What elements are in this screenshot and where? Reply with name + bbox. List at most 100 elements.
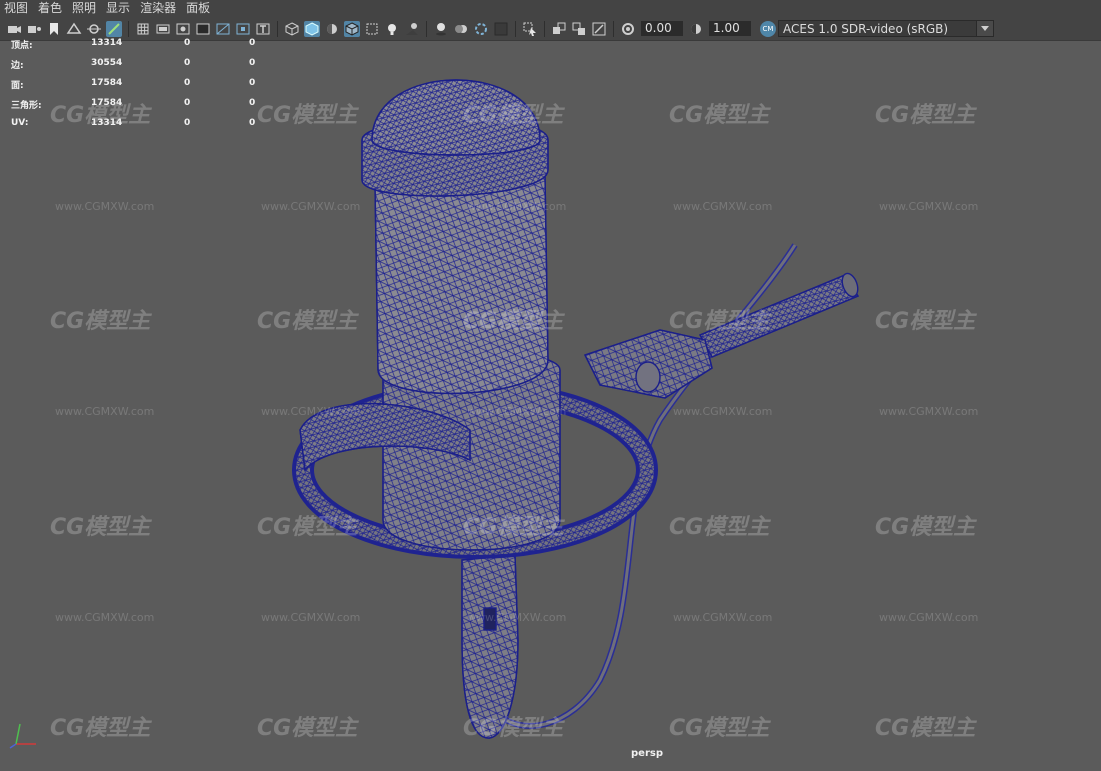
use-all-lights-icon[interactable]	[384, 21, 400, 37]
grid-icon[interactable]	[135, 21, 151, 37]
watermark-url: www.CGMXW.com	[55, 200, 155, 213]
menu-panels[interactable]: 面板	[182, 0, 216, 17]
watermark-logo: CG模型主	[875, 103, 976, 128]
hud-label: 面:	[11, 81, 24, 91]
hud-value: 17584	[91, 98, 123, 108]
depth-of-field-icon[interactable]	[493, 21, 509, 37]
toolbar-separator	[544, 20, 545, 37]
hud-value: 0	[184, 118, 191, 128]
hud-value: 0	[249, 38, 256, 48]
camera-name-label: persp	[631, 748, 663, 759]
menu-show[interactable]: 显示	[102, 0, 136, 17]
toolbar-separator	[277, 20, 278, 37]
exposure-field[interactable]: 0.00	[641, 21, 683, 36]
toolbar-separator	[426, 20, 427, 37]
watermark-url: www.CGMXW.com	[879, 611, 979, 624]
hud-row-uvs: UV: 13314 0 0	[0, 116, 280, 136]
hud-value: 30554	[91, 58, 123, 68]
watermark-url: www.CGMXW.com	[879, 405, 979, 418]
gamma-field[interactable]: 1.00	[709, 21, 751, 36]
hud-value: 13314	[91, 118, 123, 128]
watermark-logo: CG模型主	[463, 716, 564, 741]
poly-count-hud: 顶点: 13314 0 0 边: 30554 0 0 面: 17584 0 0 …	[0, 36, 280, 136]
camera-attributes-icon[interactable]	[26, 21, 42, 37]
default-material-icon[interactable]	[324, 21, 340, 37]
xray-active-icon[interactable]	[571, 21, 587, 37]
watermark-logo: CG模型主	[50, 515, 151, 540]
viewport-persp[interactable]: CG模型主 CG模型主 CG模型主 CG模型主 CG模型主 www.CGMXW.…	[0, 40, 1101, 771]
watermark-logo: CG模型主	[669, 103, 770, 128]
hud-row-edges: 边: 30554 0 0	[0, 56, 280, 76]
watermark-url: www.CGMXW.com	[879, 200, 979, 213]
multisample-aa-icon[interactable]	[473, 21, 489, 37]
watermark-url: www.CGMXW.com	[261, 611, 361, 624]
bookmark-icon[interactable]	[46, 21, 62, 37]
watermark-url: www.CGMXW.com	[261, 200, 361, 213]
hud-value: 0	[184, 78, 191, 88]
watermark-logo: CG模型主	[463, 309, 564, 334]
watermark-logo: CG模型主	[669, 309, 770, 334]
exposure-icon[interactable]	[620, 21, 636, 37]
hud-label: UV:	[11, 118, 29, 128]
view-transform-value: ACES 1.0 SDR-video (sRGB)	[783, 22, 949, 36]
wireframe-icon[interactable]	[284, 21, 300, 37]
watermark-url: www.CGMXW.com	[467, 611, 567, 624]
watermark-url: www.CGMXW.com	[673, 200, 773, 213]
menu-renderer[interactable]: 渲染器	[136, 0, 182, 17]
hud-row-triangles: 三角形: 17584 0 0	[0, 96, 280, 116]
watermark-logo: CG模型主	[463, 515, 564, 540]
film-gate-icon[interactable]	[155, 21, 171, 37]
hud-label: 边:	[11, 61, 24, 71]
safe-title-icon[interactable]	[255, 21, 271, 37]
shadows-icon[interactable]	[404, 21, 420, 37]
hud-label: 三角形:	[11, 101, 42, 111]
watermark-logo: CG模型主	[257, 716, 358, 741]
chevron-down-icon[interactable]	[976, 21, 993, 36]
menu-shading[interactable]: 着色	[34, 0, 68, 17]
menu-lighting[interactable]: 照明	[68, 0, 102, 17]
menu-view[interactable]: 视图	[0, 0, 34, 17]
toolbar-separator	[128, 20, 129, 37]
screen-space-ao-icon[interactable]	[433, 21, 449, 37]
watermark-url: www.CGMXW.com	[467, 200, 567, 213]
safe-action-icon[interactable]	[235, 21, 251, 37]
watermark-logo: CG模型主	[257, 515, 358, 540]
watermark-url: www.CGMXW.com	[55, 405, 155, 418]
watermark-logo: CG模型主	[50, 309, 151, 334]
view-axis-icon	[9, 723, 36, 749]
hud-value: 0	[184, 98, 191, 108]
watermark-logo: CG模型主	[50, 716, 151, 741]
hud-value: 0	[184, 38, 191, 48]
toolbar-separator	[515, 20, 516, 37]
watermark-logo: CG模型主	[669, 716, 770, 741]
watermark-logo: CG模型主	[875, 716, 976, 741]
hud-label: 顶点:	[11, 41, 33, 51]
gate-mask-icon[interactable]	[195, 21, 211, 37]
hud-value: 0	[249, 78, 256, 88]
grease-pencil-icon[interactable]	[106, 20, 122, 37]
watermark-url: www.CGMXW.com	[673, 611, 773, 624]
color-management-icon[interactable]: CM	[760, 20, 776, 37]
xray-joints-icon[interactable]	[551, 21, 567, 37]
watermark-url: www.CGMXW.com	[55, 611, 155, 624]
watermark-logo: CG模型主	[257, 309, 358, 334]
watermark-logo: CG模型主	[463, 103, 564, 128]
2d-pan-zoom-icon[interactable]	[86, 21, 102, 37]
toolbar-separator	[613, 20, 614, 37]
isolate-select-icon[interactable]	[522, 21, 538, 37]
field-chart-icon[interactable]	[215, 21, 231, 37]
motion-blur-icon[interactable]	[453, 21, 469, 37]
watermark-url: www.CGMXW.com	[673, 405, 773, 418]
resolution-gate-icon[interactable]	[175, 21, 191, 37]
gamma-icon[interactable]	[688, 21, 704, 37]
wireframe-on-shaded-icon[interactable]	[344, 20, 360, 37]
select-camera-icon[interactable]	[6, 21, 22, 37]
xray-icon[interactable]	[364, 21, 380, 37]
image-plane-icon[interactable]	[66, 21, 82, 37]
menu-bar: 视图 着色 照明 显示 渲染器 面板	[0, 0, 1101, 17]
backface-culling-icon[interactable]	[591, 21, 607, 37]
smooth-shade-icon[interactable]	[304, 20, 320, 37]
hud-row-vertices: 顶点: 13314 0 0	[0, 36, 280, 56]
hud-value: 0	[249, 118, 256, 128]
view-transform-dropdown[interactable]: ACES 1.0 SDR-video (sRGB)	[778, 20, 994, 37]
